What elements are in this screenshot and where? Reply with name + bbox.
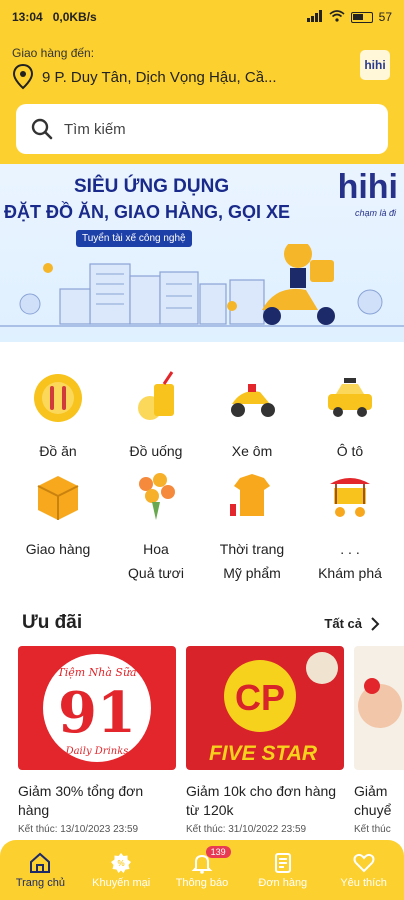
category-motorbike-label: Xe ôm [231, 443, 273, 459]
category-food-label: Đồ ăn [39, 443, 77, 459]
home-icon [30, 852, 51, 873]
promotions-heading: Ưu đãi [22, 612, 83, 633]
svg-text:%: % [118, 859, 125, 868]
banner-line-2: ĐẶT ĐỒ ĂN, GIAO HÀNG, GỌI XE [4, 202, 291, 222]
promotion-card[interactable]: Tiệm Nhà Sữa 91 Daily Drinks Giảm 30% tổ… [18, 646, 176, 835]
food-icon [34, 374, 82, 422]
delivery-label: Giao hàng đến: [12, 46, 95, 60]
category-car[interactable]: Ô tô [300, 370, 400, 463]
network-speed: 0,0KB/s [52, 10, 97, 24]
search-icon [31, 118, 53, 140]
tab-notifications-label: Thông báo [175, 876, 229, 889]
category-food[interactable]: Đồ ăn [8, 370, 108, 463]
address-selector[interactable]: 9 P. Duy Tân, Dịch Vọng Hậu, Cầ... [12, 64, 277, 90]
flower-icon [139, 473, 175, 520]
tab-orders-label: Đơn hàng [258, 876, 308, 889]
wifi-icon [329, 9, 345, 25]
bottom-tab-bar: Trang chủ % Khuyến mại Thông báo 139 Đơn… [0, 840, 404, 900]
banner-line-1: SIÊU ỨNG DỤNG [74, 176, 230, 197]
promotion-end-date: Kết thúc: 13/10/2023 23:59 [18, 824, 139, 835]
promo-2-brand: FIVE STAR [209, 742, 318, 765]
category-fashion-label: Thời trang [219, 541, 285, 557]
address-text: 9 P. Duy Tân, Dịch Vọng Hậu, Cầ... [42, 68, 277, 86]
heart-icon [353, 853, 375, 872]
category-flowers[interactable]: Hoa Quả tươi [106, 468, 206, 585]
tab-notifications[interactable]: Thông báo 139 [162, 840, 243, 900]
signal-icon [306, 9, 323, 25]
promotion-card[interactable]: CP FIVE STAR Giảm 10k cho đơn hàng từ 12… [186, 646, 344, 835]
status-time: 13:04 [12, 10, 43, 24]
tab-home-label: Trang chủ [15, 876, 65, 889]
category-fashion[interactable]: Thời trang Mỹ phẩm [202, 468, 302, 585]
tab-favorites-label: Yêu thích [340, 876, 387, 889]
promotion-image: Tiệm Nhà Sữa 91 Daily Drinks [18, 646, 176, 770]
status-bar: 13:04 0,0KB/s 57 [0, 0, 404, 34]
tab-promotions-label: Khuyến mại [92, 876, 151, 889]
tab-favorites[interactable]: Yêu thích [323, 840, 404, 900]
tab-home[interactable]: Trang chủ [0, 840, 81, 900]
see-all-link[interactable]: Tất cả [324, 616, 380, 631]
promotion-carousel[interactable]: Tiệm Nhà Sữa 91 Daily Drinks Giảm 30% tổ… [0, 646, 404, 842]
box-icon [37, 476, 79, 520]
category-explore[interactable]: . . . Khám phá [300, 468, 400, 585]
banner-brand-sub: chạm là đi [354, 208, 396, 218]
category-explore-label-2: Khám phá [318, 565, 382, 581]
search-input[interactable]: Tìm kiếm [16, 104, 388, 154]
notification-badge: 139 [205, 846, 231, 858]
category-delivery-label: Giao hàng [25, 541, 91, 557]
category-flowers-label-2: Quả tươi [128, 565, 184, 581]
category-delivery[interactable]: Giao hàng [8, 468, 108, 561]
motorbike-icon [231, 384, 275, 417]
promo-1-sub: Daily Drinks [65, 746, 129, 757]
promotion-card[interactable]: Giảm chuyể Kết thúc [354, 646, 404, 835]
location-pin-icon [12, 64, 34, 90]
discount-icon: % [111, 852, 132, 873]
promotion-end-date: Kết thúc: 31/10/2022 23:59 [186, 824, 307, 835]
city-scooter-illustration [0, 244, 404, 327]
promotion-image: CP FIVE STAR [186, 646, 344, 770]
fashion-icon [230, 474, 270, 516]
tab-promotions[interactable]: % Khuyến mại [81, 840, 162, 900]
tab-orders[interactable]: Đơn hàng [242, 840, 323, 900]
category-car-label: Ô tô [336, 443, 364, 459]
taxi-icon [328, 378, 372, 417]
battery-icon [350, 11, 373, 23]
search-placeholder: Tìm kiếm [64, 120, 126, 138]
category-motorbike[interactable]: Xe ôm [202, 370, 302, 463]
category-flowers-label: Hoa [143, 541, 169, 557]
promotion-title: Giảm 30% tổng đơn hàng [18, 783, 144, 818]
category-fashion-label-2: Mỹ phẩm [223, 565, 281, 581]
promotion-image [354, 646, 404, 770]
chevron-right-icon [371, 616, 380, 631]
promotion-end-date: Kết thúc [354, 824, 391, 835]
battery-level: 57 [378, 10, 392, 24]
banner-brand: hihi [337, 168, 398, 206]
category-drink[interactable]: Đồ uống [106, 370, 206, 463]
orders-icon [274, 852, 291, 873]
promotion-title: Giảm chuyể [354, 783, 392, 818]
promo-2-logo: CP [235, 677, 285, 718]
explore-cart-icon [330, 478, 370, 517]
promo-banner[interactable]: SIÊU ỨNG DỤNG ĐẶT ĐỒ ĂN, GIAO HÀNG, GỌI … [0, 164, 404, 342]
promotion-title: Giảm 10k cho đơn hàng từ 120k [186, 783, 337, 818]
category-explore-label: . . . [340, 541, 360, 557]
promo-1-number: 91 [58, 680, 136, 746]
header: Giao hàng đến: 9 P. Duy Tân, Dịch Vọng H… [0, 34, 404, 164]
see-all-label: Tất cả [324, 616, 362, 631]
drink-icon [138, 371, 174, 420]
hihi-logo: hihi [360, 50, 390, 80]
category-drink-label: Đồ uống [129, 443, 183, 459]
promo-1-brand: Tiệm Nhà Sữa [57, 666, 136, 679]
